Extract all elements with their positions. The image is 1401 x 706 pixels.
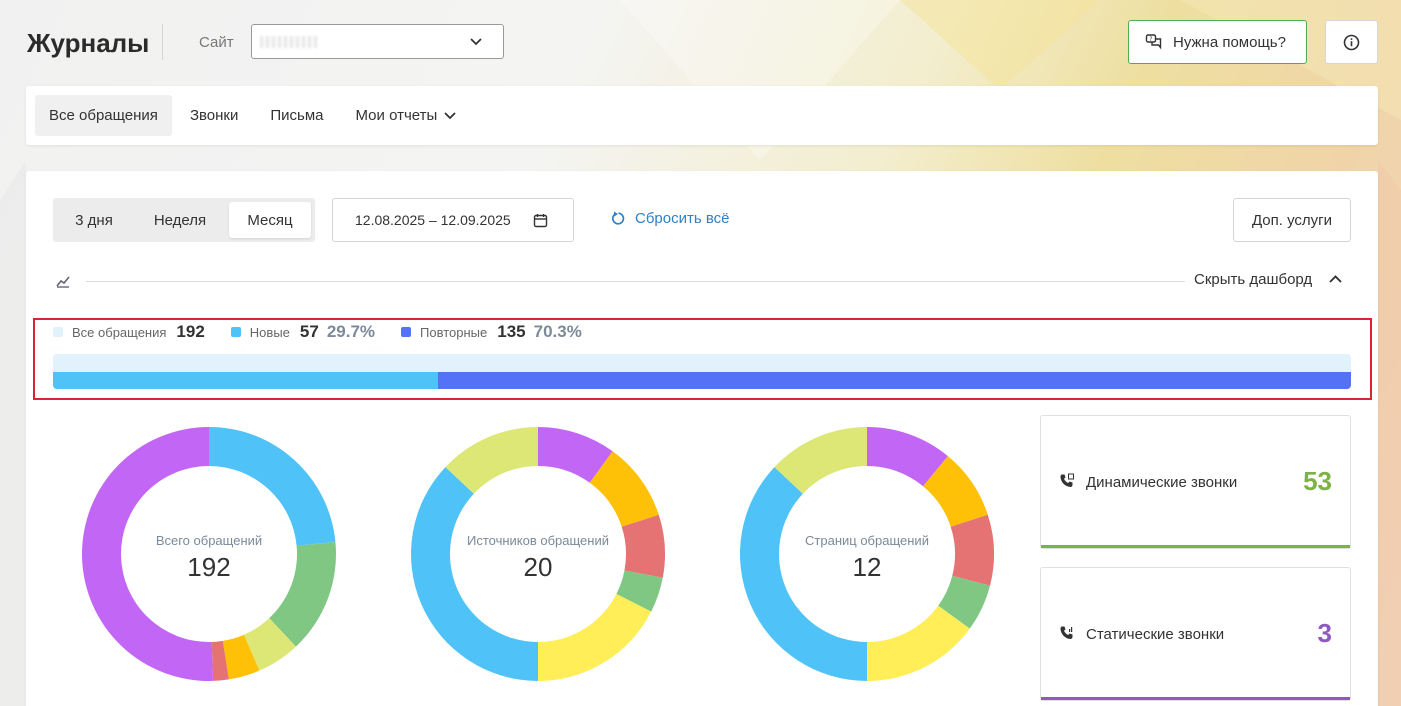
header: Журналы Сайт ? Нужна помощь? [0, 0, 1401, 86]
card-value: 53 [1303, 466, 1332, 496]
tab-my-reports[interactable]: Мои отчеты [342, 95, 472, 136]
period-month[interactable]: Месяц [229, 202, 311, 238]
tab-label: Звонки [189, 107, 239, 124]
card-dynamic-calls[interactable]: Динамические звонки 53 [1040, 415, 1351, 549]
tab-label: Письма [270, 107, 324, 124]
dashboard-divider [86, 281, 1185, 282]
dashboard-panel: 3 дня Неделя Месяц 12.08.2025 – 12.09.20… [26, 171, 1378, 706]
phone-dynamic-icon [1060, 473, 1074, 487]
highlight-frame [33, 318, 1372, 400]
chevron-down-icon [470, 38, 482, 46]
card-value: 3 [1317, 618, 1332, 648]
info-icon [1343, 34, 1360, 50]
tab-label: Мои отчеты [355, 107, 438, 124]
date-range-picker[interactable]: 12.08.2025 – 12.09.2025 [332, 198, 574, 242]
card-label: Динамические звонки [1086, 474, 1238, 491]
tab-all-requests[interactable]: Все обращения [35, 95, 172, 136]
calendar-icon [533, 213, 547, 227]
tab-letters[interactable]: Письма [256, 95, 337, 136]
tab-calls[interactable]: Звонки [176, 95, 252, 136]
period-3-days[interactable]: 3 дня [57, 202, 131, 238]
donut-label: Всего обращений [155, 533, 263, 548]
title-divider [162, 24, 163, 60]
donut-value: 192 [187, 552, 231, 582]
page-title: Журналы [27, 28, 150, 58]
site-select[interactable] [251, 24, 504, 59]
card-accent-line [1041, 697, 1350, 700]
card-static-calls[interactable]: Статические звонки 3 [1040, 567, 1351, 701]
chevron-down-icon [444, 111, 456, 119]
donut-value: 12 [852, 552, 882, 582]
chart-icon [56, 276, 70, 288]
donut-label: Страниц обращений [805, 533, 929, 548]
hide-dashboard-label: Скрыть дашборд [1194, 271, 1313, 288]
donut-label: Источников обращений [466, 533, 609, 548]
help-label: Нужна помощь? [1173, 33, 1286, 51]
donut-value: 20 [523, 552, 553, 582]
chat-bubbles-icon: ? [1145, 34, 1162, 50]
tab-label: Все обращения [49, 107, 158, 124]
donut-segment[interactable] [209, 427, 336, 546]
reset-label: Сбросить всё [635, 210, 730, 227]
extra-services-button[interactable]: Доп. услуги [1233, 198, 1351, 242]
period-selector: 3 дня Неделя Месяц [53, 198, 315, 242]
period-week[interactable]: Неделя [131, 202, 229, 238]
help-button[interactable]: ? Нужна помощь? [1128, 20, 1307, 64]
main-tabs: Все обращения Звонки Письма Мои отчеты [26, 86, 1378, 145]
chevron-up-icon [1329, 275, 1342, 283]
donut-segment[interactable] [538, 593, 652, 681]
date-range-value: 12.08.2025 – 12.09.2025 [355, 212, 511, 228]
refresh-icon [611, 211, 625, 225]
card-label: Статические звонки [1086, 626, 1225, 643]
card-accent-line [1041, 545, 1350, 548]
site-label: Сайт [199, 34, 234, 51]
hide-dashboard-toggle[interactable]: Скрыть дашборд [1194, 271, 1343, 288]
reset-all-button[interactable]: Сбросить всё [611, 210, 729, 227]
site-value-redacted [260, 36, 318, 48]
phone-static-icon [1060, 626, 1073, 639]
info-button[interactable] [1325, 20, 1378, 64]
svg-text:?: ? [1149, 36, 1152, 43]
